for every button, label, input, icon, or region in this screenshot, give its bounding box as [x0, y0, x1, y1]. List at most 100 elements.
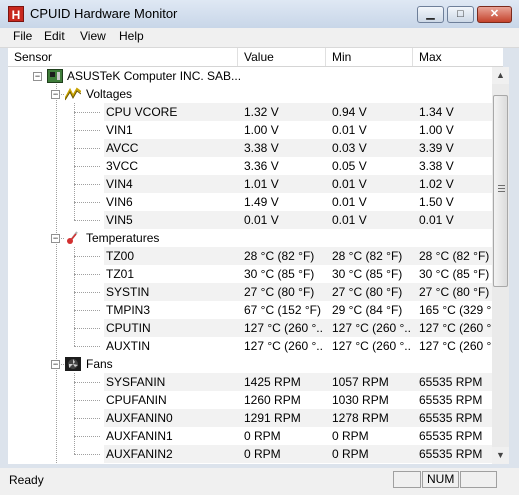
tree-guide: [74, 346, 100, 347]
grip-line: [498, 188, 505, 189]
sensor-value: 27 °C (80 °F): [244, 285, 315, 299]
sensor-max: 65535 RPM: [419, 411, 483, 425]
sensor-min: 0.01 V: [332, 123, 367, 137]
menu-view[interactable]: View: [80, 29, 106, 43]
sensor-row[interactable]: VIN5 0.01 V 0.01 V 0.01 V: [8, 211, 492, 229]
sensor-value: 67 °C (152 °F): [244, 303, 321, 317]
sensor-value: 1425 RPM: [244, 375, 301, 389]
group-label: Temperatures: [86, 231, 160, 245]
sensor-row[interactable]: AUXFANIN2 0 RPM 0 RPM 65535 RPM: [8, 445, 492, 463]
sensor-max: 3.39 V: [419, 141, 454, 155]
column-header-sensor[interactable]: Sensor: [8, 48, 238, 66]
sensor-max: 165 °C (329 °...: [419, 303, 492, 317]
grip-line: [498, 191, 505, 192]
sensor-max: 1.50 V: [419, 195, 454, 209]
sensor-name: CPU VCORE: [106, 105, 178, 119]
sensor-name: 3VCC: [106, 159, 139, 173]
column-header-max[interactable]: Max: [413, 48, 503, 66]
tree-guide: [74, 103, 75, 220]
title-bar[interactable]: H CPUID Hardware Monitor ▁ □ ✕: [0, 0, 519, 28]
group-row-voltages[interactable]: − Voltages: [8, 85, 492, 103]
sensor-row[interactable]: VIN6 1.49 V 0.01 V 1.50 V: [8, 193, 492, 211]
sensor-row[interactable]: TMPIN3 67 °C (152 °F) 29 °C (84 °F) 165 °C …: [8, 301, 492, 319]
sensor-min: 27 °C (80 °F): [332, 285, 403, 299]
menu-file[interactable]: File: [13, 29, 32, 43]
sensor-name: CPUFANIN: [106, 393, 167, 407]
sensor-row[interactable]: VIN1 1.00 V 0.01 V 1.00 V: [8, 121, 492, 139]
maximize-button[interactable]: □: [447, 6, 474, 23]
status-indicator-empty: [393, 471, 421, 488]
collapse-icon[interactable]: −: [33, 72, 42, 81]
grip-line: [498, 185, 505, 186]
sensor-row[interactable]: CPU VCORE 1.32 V 0.94 V 1.34 V: [8, 103, 492, 121]
scroll-up-arrow-icon[interactable]: ▲: [492, 67, 509, 84]
sensor-value: 0.01 V: [244, 213, 279, 227]
sensor-min: 0.01 V: [332, 195, 367, 209]
tree-guide: [74, 256, 100, 257]
sensor-name: CPUTIN: [106, 321, 151, 335]
sensor-name: AUXFANIN0: [106, 411, 173, 425]
sensor-value: 1.01 V: [244, 177, 279, 191]
sensor-row[interactable]: 3VCC 3.36 V 0.05 V 3.38 V: [8, 157, 492, 175]
tree-guide: [74, 112, 100, 113]
sensor-row[interactable]: CPUFANIN 1260 RPM 1030 RPM 65535 RPM: [8, 391, 492, 409]
tree-guide: [74, 454, 100, 455]
hardware-monitor-window: H CPUID Hardware Monitor ▁ □ ✕ File Edit…: [0, 0, 519, 495]
group-label: Fans: [86, 357, 113, 371]
sensor-tree[interactable]: − ASUSTeK Computer INC. SAB... − Voltages…: [8, 67, 492, 464]
sensor-row[interactable]: AUXTIN 127 °C (260 °... 127 °C (260 °... 12…: [8, 337, 492, 355]
thermometer-icon: [65, 231, 81, 245]
sensor-row[interactable]: TZ00 28 °C (82 °F) 28 °C (82 °F) 28 °C (82 …: [8, 247, 492, 265]
sensor-value: 28 °C (82 °F): [244, 249, 315, 263]
sensor-max: 127 °C (260 °...: [419, 321, 492, 335]
sensor-min: 0.05 V: [332, 159, 367, 173]
sensor-max: 3.38 V: [419, 159, 454, 173]
menu-edit[interactable]: Edit: [44, 29, 65, 43]
sensor-max: 65535 RPM: [419, 447, 483, 461]
sensor-name: VIN4: [106, 177, 133, 191]
sensor-row[interactable]: VIN4 1.01 V 0.01 V 1.02 V: [8, 175, 492, 193]
sensor-value: 1.32 V: [244, 105, 279, 119]
sensor-min: 30 °C (85 °F): [332, 267, 403, 281]
vertical-scrollbar[interactable]: ▲ ▼: [492, 67, 509, 464]
close-button[interactable]: ✕: [477, 6, 512, 23]
sensor-max: 65535 RPM: [419, 393, 483, 407]
tree-guide: [56, 364, 64, 365]
tree-guide: [74, 436, 100, 437]
tree-guide: [74, 418, 100, 419]
tree-guide: [74, 184, 100, 185]
tree-guide: [56, 94, 64, 95]
sensor-min: 0.01 V: [332, 213, 367, 227]
column-header-min[interactable]: Min: [326, 48, 413, 66]
minimize-button[interactable]: ▁: [417, 6, 444, 23]
menu-help[interactable]: Help: [119, 29, 144, 43]
sensor-row[interactable]: SYSTIN 27 °C (80 °F) 27 °C (80 °F) 27 °C (8…: [8, 283, 492, 301]
sensor-row[interactable]: TZ01 30 °C (85 °F) 30 °C (85 °F) 30 °C (85 …: [8, 265, 492, 283]
sensor-max: 0.01 V: [419, 213, 454, 227]
sensor-value: 0 RPM: [244, 429, 281, 443]
sensor-row[interactable]: SYSFANIN 1425 RPM 1057 RPM 65535 RPM: [8, 373, 492, 391]
sensor-min: 0.03 V: [332, 141, 367, 155]
device-row[interactable]: − ASUSTeK Computer INC. SAB...: [8, 67, 492, 85]
tree-guide: [74, 292, 100, 293]
sensor-name: AVCC: [106, 141, 139, 155]
sensor-value: 127 °C (260 °...: [244, 321, 324, 335]
scrollbar-thumb[interactable]: [493, 95, 508, 287]
tree-guide: [74, 328, 100, 329]
sensor-row[interactable]: AUXFANIN1 0 RPM 0 RPM 65535 RPM: [8, 427, 492, 445]
sensor-row[interactable]: AVCC 3.38 V 0.03 V 3.39 V: [8, 139, 492, 157]
sensor-value: 1260 RPM: [244, 393, 301, 407]
sensor-min: 0 RPM: [332, 447, 369, 461]
sensor-name: AUXFANIN2: [106, 447, 173, 461]
tree-guide: [74, 166, 100, 167]
group-row-temperatures[interactable]: − Temperatures: [8, 229, 492, 247]
sensor-min: 127 °C (260 °...: [332, 321, 412, 335]
scroll-down-arrow-icon[interactable]: ▼: [492, 447, 509, 464]
sensor-value: 3.36 V: [244, 159, 279, 173]
column-header-value[interactable]: Value: [238, 48, 326, 66]
sensor-row[interactable]: AUXFANIN0 1291 RPM 1278 RPM 65535 RPM: [8, 409, 492, 427]
sensor-row[interactable]: CPUTIN 127 °C (260 °... 127 °C (260 °... 12…: [8, 319, 492, 337]
sensor-max: 1.34 V: [419, 105, 454, 119]
group-row-fans[interactable]: − Fans: [8, 355, 492, 373]
menu-bar: File Edit View Help: [0, 28, 519, 48]
